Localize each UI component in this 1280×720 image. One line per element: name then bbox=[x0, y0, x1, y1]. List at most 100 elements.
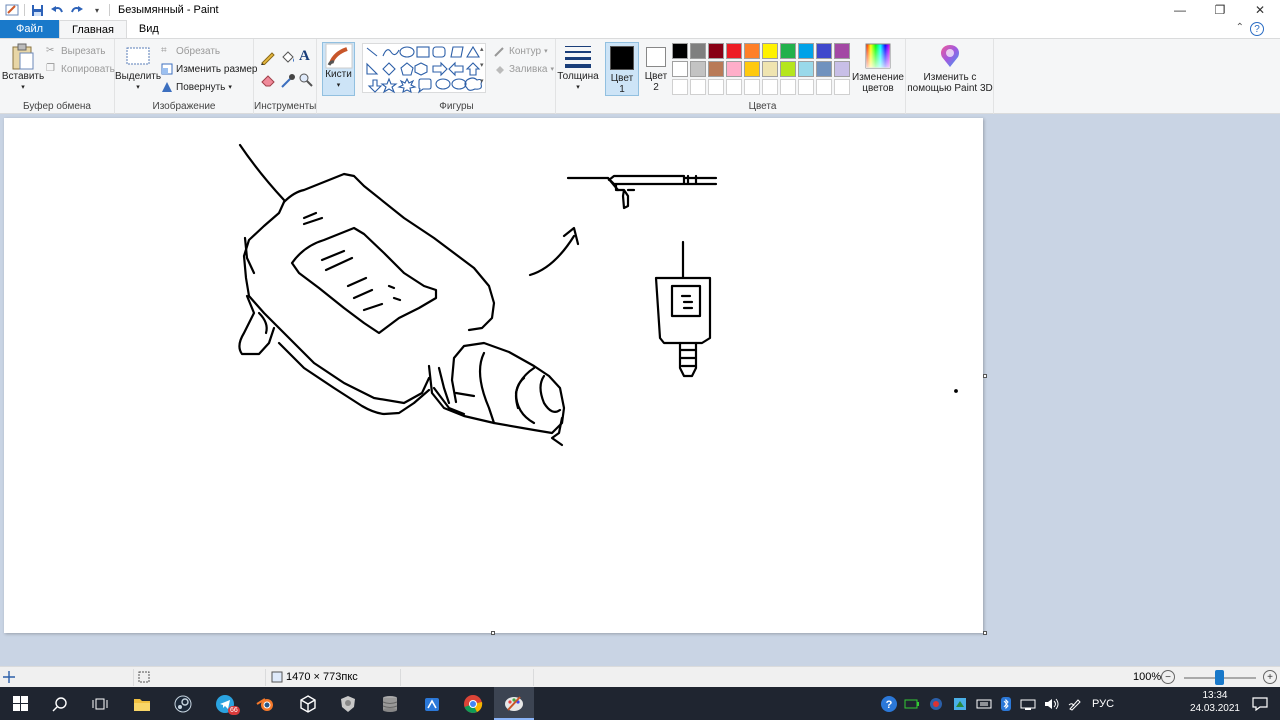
taskbar-database-app[interactable] bbox=[370, 687, 410, 720]
zoom-in-button[interactable]: + bbox=[1263, 670, 1277, 684]
maximize-button[interactable]: ❐ bbox=[1200, 0, 1240, 20]
minimize-button[interactable]: — bbox=[1160, 0, 1200, 20]
color2-button[interactable]: Цвет 2 bbox=[640, 42, 672, 96]
taskbar-blender[interactable] bbox=[246, 687, 286, 720]
copy-button[interactable]: ❐ Копировать bbox=[46, 63, 115, 75]
fill-button[interactable]: Заливка ▾ bbox=[494, 63, 554, 75]
custom-color-slot[interactable] bbox=[744, 79, 760, 95]
resize-button[interactable]: Изменить размер bbox=[161, 63, 257, 75]
color-swatch[interactable] bbox=[816, 61, 832, 77]
edit-colors-button[interactable]: Изменение цветов bbox=[852, 43, 904, 94]
resize-handle-bottom[interactable] bbox=[491, 631, 495, 635]
network-tray-icon[interactable] bbox=[1016, 698, 1040, 710]
custom-color-slot[interactable] bbox=[708, 79, 724, 95]
zoom-slider-thumb[interactable] bbox=[1215, 670, 1224, 685]
custom-color-slot[interactable] bbox=[762, 79, 778, 95]
paint3d-button[interactable]: Изменить с помощью Paint 3D bbox=[906, 43, 994, 94]
close-button[interactable]: ✕ bbox=[1240, 0, 1280, 20]
taskbar-paint[interactable] bbox=[494, 687, 534, 720]
tab-view[interactable]: Вид bbox=[127, 20, 171, 38]
color-swatch[interactable] bbox=[744, 43, 760, 59]
color-swatch[interactable] bbox=[816, 43, 832, 59]
magnifier-icon[interactable] bbox=[299, 73, 313, 87]
resize-handle-right[interactable] bbox=[983, 374, 987, 378]
color-swatch[interactable] bbox=[780, 61, 796, 77]
color-picker-icon[interactable] bbox=[280, 73, 296, 89]
thickness-button[interactable]: Толщина ▾ bbox=[557, 43, 599, 93]
start-button[interactable] bbox=[0, 687, 40, 720]
color-swatch[interactable] bbox=[672, 61, 688, 77]
save-icon[interactable] bbox=[29, 2, 45, 18]
taskbar-telegram[interactable]: 66 bbox=[205, 687, 245, 720]
drawing-canvas[interactable] bbox=[4, 118, 983, 633]
gallery-up-icon[interactable]: ▴ bbox=[480, 45, 484, 53]
undo-icon[interactable] bbox=[49, 2, 65, 18]
taskbar-steam[interactable] bbox=[163, 687, 203, 720]
app-tray-icon-green[interactable] bbox=[948, 697, 972, 711]
tab-home[interactable]: Главная bbox=[59, 20, 127, 38]
help-tray-icon[interactable]: ? bbox=[878, 695, 900, 713]
color-swatch[interactable] bbox=[726, 43, 742, 59]
color-swatch[interactable] bbox=[708, 43, 724, 59]
color-swatch[interactable] bbox=[762, 61, 778, 77]
pencil-icon[interactable] bbox=[260, 49, 276, 65]
gallery-expand-icon[interactable]: ▾ bbox=[480, 77, 484, 85]
custom-color-slot[interactable] bbox=[672, 79, 688, 95]
select-button[interactable]: Выделить ▾ bbox=[115, 45, 161, 93]
color-swatch[interactable] bbox=[744, 61, 760, 77]
custom-color-slot[interactable] bbox=[816, 79, 832, 95]
clock[interactable]: 13:34 24.03.2021 bbox=[1190, 689, 1240, 715]
fill-bucket-icon[interactable] bbox=[280, 49, 296, 65]
color-swatch[interactable] bbox=[690, 43, 706, 59]
outline-button[interactable]: Контур ▾ bbox=[494, 45, 548, 57]
app-tray-icon-red[interactable] bbox=[924, 697, 948, 711]
taskbar-store-app[interactable] bbox=[412, 687, 452, 720]
custom-color-slot[interactable] bbox=[726, 79, 742, 95]
crop-button[interactable]: ⌗ Обрезать bbox=[161, 45, 220, 57]
custom-color-slot[interactable] bbox=[780, 79, 796, 95]
text-tool-icon[interactable]: A bbox=[299, 48, 310, 65]
collapse-ribbon-icon[interactable]: ⌃ bbox=[1236, 22, 1244, 33]
custom-color-slot[interactable] bbox=[798, 79, 814, 95]
color1-button[interactable]: Цвет 1 bbox=[605, 42, 639, 96]
battery-tray-icon[interactable] bbox=[900, 699, 924, 709]
color-swatch[interactable] bbox=[834, 43, 850, 59]
volume-tray-icon[interactable] bbox=[1040, 698, 1064, 710]
custom-color-slot[interactable] bbox=[834, 79, 850, 95]
usb-tray-icon[interactable] bbox=[972, 698, 996, 710]
resize-handle-corner[interactable] bbox=[983, 631, 987, 635]
search-button[interactable] bbox=[40, 687, 80, 720]
color-swatch[interactable] bbox=[762, 43, 778, 59]
color-swatch[interactable] bbox=[798, 61, 814, 77]
custom-color-slot[interactable] bbox=[690, 79, 706, 95]
redo-icon[interactable] bbox=[69, 2, 85, 18]
notifications-button[interactable] bbox=[1240, 687, 1280, 720]
customize-quick-access-icon[interactable]: ▾ bbox=[89, 2, 105, 18]
shapes-gallery[interactable] bbox=[362, 43, 486, 94]
canvas-workspace[interactable] bbox=[0, 114, 1280, 666]
language-indicator[interactable]: РУС bbox=[1086, 698, 1120, 710]
color-swatch[interactable] bbox=[726, 61, 742, 77]
color-swatch[interactable] bbox=[672, 43, 688, 59]
taskbar-explorer[interactable] bbox=[122, 687, 162, 720]
pen-tray-icon[interactable] bbox=[1064, 697, 1086, 711]
taskbar-chrome[interactable] bbox=[453, 687, 493, 720]
taskbar-unity[interactable] bbox=[288, 687, 328, 720]
color-swatch[interactable] bbox=[780, 43, 796, 59]
taskbar-app-shield[interactable] bbox=[328, 687, 368, 720]
color-swatch[interactable] bbox=[834, 61, 850, 77]
help-icon[interactable]: ? bbox=[1250, 22, 1264, 36]
brushes-button[interactable]: Кисти ▾ bbox=[322, 42, 355, 96]
gallery-down-icon[interactable]: ▾ bbox=[480, 61, 484, 69]
rotate-button[interactable]: Повернуть ▾ bbox=[161, 81, 232, 93]
tab-file[interactable]: Файл bbox=[0, 20, 60, 38]
color-swatch[interactable] bbox=[798, 43, 814, 59]
color-swatch[interactable] bbox=[690, 61, 706, 77]
task-view-button[interactable] bbox=[80, 687, 120, 720]
paste-button[interactable]: Вставить ▾ bbox=[2, 43, 44, 93]
color-swatch[interactable] bbox=[708, 61, 724, 77]
zoom-out-button[interactable]: − bbox=[1161, 670, 1175, 684]
cut-button[interactable]: ✂ Вырезать bbox=[46, 45, 105, 57]
bluetooth-tray-icon[interactable] bbox=[996, 696, 1016, 711]
eraser-icon[interactable] bbox=[260, 73, 276, 87]
